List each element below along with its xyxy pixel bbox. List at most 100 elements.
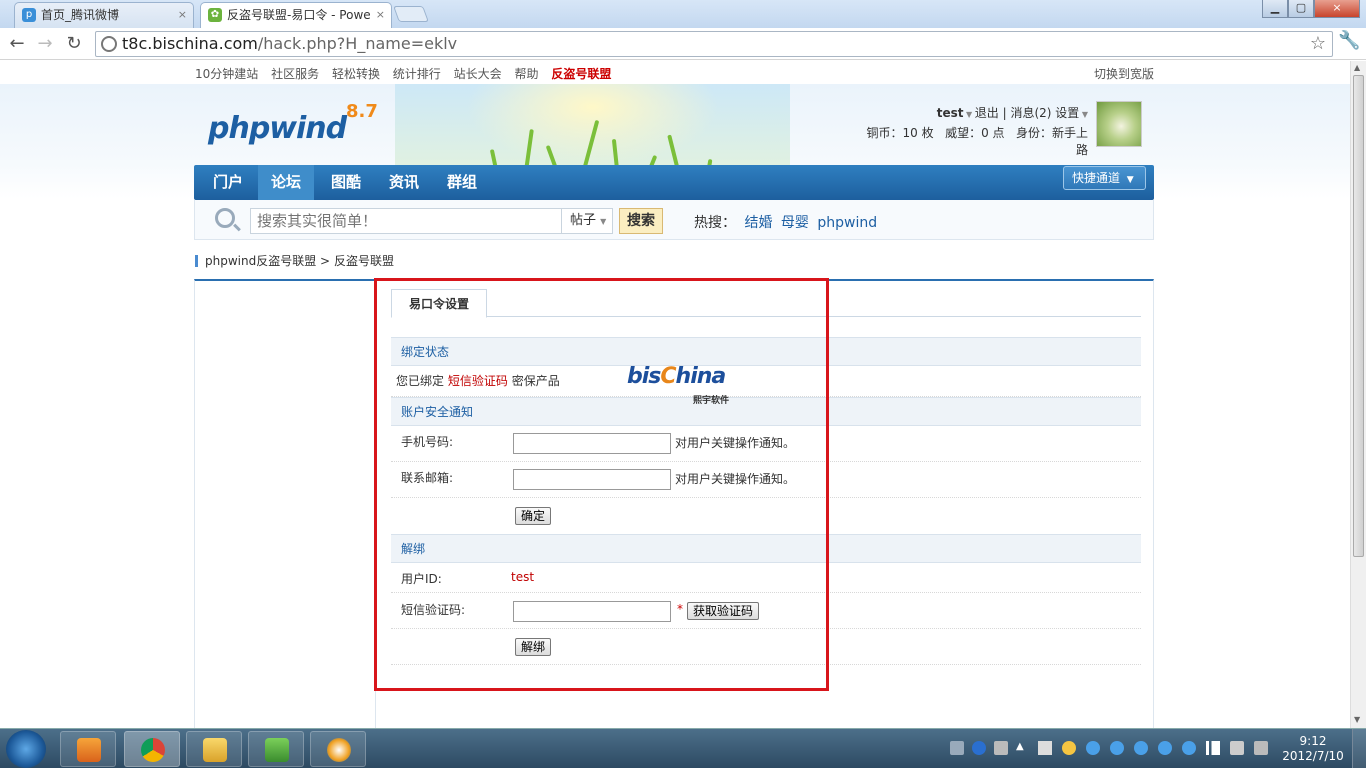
panel-tabbar: 易口令设置: [391, 289, 1141, 318]
avatar[interactable]: [1096, 101, 1142, 147]
hot-searches: 热搜： 结婚 母婴 phpwind: [694, 212, 877, 232]
sms-code-input[interactable]: [513, 601, 671, 622]
breadcrumb-separator: >: [320, 254, 331, 268]
back-arrow-icon[interactable]: ←: [5, 32, 29, 56]
browser-tab-weibo[interactable]: p 首页_腾讯微博 ×: [14, 2, 194, 28]
required-mark: *: [677, 602, 683, 616]
phone-hint: 对用户关键操作通知。: [675, 436, 796, 450]
qq-icon[interactable]: [1158, 741, 1172, 755]
get-code-button[interactable]: 获取验证码: [687, 602, 760, 620]
battery-icon[interactable]: [1254, 741, 1268, 755]
tab-close-icon[interactable]: ×: [178, 3, 187, 27]
browser-tab-active[interactable]: ✿ 反盗号联盟-易口令 - Powe ×: [200, 2, 392, 29]
logout-link[interactable]: 退出: [975, 106, 999, 120]
page-viewport: 10分钟建站 社区服务 轻松转换 统计排行 站长大会 帮助 反盗号联盟 切换到宽…: [0, 61, 1350, 728]
toplink-antitheft[interactable]: 反盗号联盟: [551, 67, 611, 81]
system-clock[interactable]: 9:12 2012/7/10: [1282, 734, 1344, 764]
close-window-button[interactable]: ×: [1314, 0, 1360, 18]
maximize-button[interactable]: ▢: [1288, 0, 1314, 18]
nav-groups[interactable]: 群组: [436, 165, 488, 200]
confirm-row: 确定: [391, 498, 1141, 534]
tray-expand-icon[interactable]: ▲: [1016, 741, 1030, 755]
new-tab-button[interactable]: [393, 6, 429, 22]
scroll-up-arrow-icon[interactable]: ▲: [1354, 63, 1360, 72]
taskbar-network[interactable]: [248, 731, 304, 767]
wide-version-link[interactable]: 切换到宽版: [1094, 65, 1154, 82]
phone-input[interactable]: [513, 433, 671, 454]
toplink-conference[interactable]: 站长大会: [454, 67, 502, 81]
taskbar-app[interactable]: [310, 731, 366, 767]
nav-portal[interactable]: 门户: [202, 165, 254, 200]
hot-term[interactable]: 母婴: [781, 215, 809, 231]
tray-settings-icon[interactable]: [994, 741, 1008, 755]
site-logo[interactable]: phpwind: [208, 111, 347, 146]
taskbar-explorer[interactable]: [186, 731, 242, 767]
scroll-down-arrow-icon[interactable]: ▼: [1354, 715, 1360, 724]
qq-icon[interactable]: [1086, 741, 1100, 755]
qq-icon[interactable]: [1110, 741, 1124, 755]
toplink-build[interactable]: 10分钟建站: [195, 67, 258, 81]
email-label: 联系邮箱:: [401, 471, 454, 485]
volume-icon[interactable]: [1230, 741, 1244, 755]
toplink-services[interactable]: 社区服务: [271, 67, 319, 81]
nav-news[interactable]: 资讯: [378, 165, 430, 200]
breadcrumb: phpwind反盗号联盟 > 反盗号联盟: [195, 252, 394, 269]
bookmark-star-icon[interactable]: ☆: [1310, 33, 1326, 54]
toplink-help[interactable]: 帮助: [514, 67, 538, 81]
messages-link[interactable]: 消息(2): [1010, 106, 1051, 120]
hot-term[interactable]: 结婚: [744, 215, 772, 231]
toplink-stats[interactable]: 统计排行: [393, 67, 441, 81]
main-nav: 门户 论坛 图酷 资讯 群组: [194, 165, 1154, 200]
signal-icon[interactable]: [1206, 741, 1220, 755]
logo-version-badge: 8.7: [346, 101, 378, 122]
bind-status-row: 您已绑定 短信验证码 密保产品: [391, 366, 1141, 397]
search-input[interactable]: [250, 208, 562, 234]
search-button[interactable]: 搜索: [619, 208, 663, 234]
unbind-button[interactable]: 解绑: [515, 638, 552, 656]
settings-link[interactable]: 设置: [1055, 106, 1079, 120]
breadcrumb-item[interactable]: 反盗号联盟: [334, 254, 394, 268]
taskbar-media-player[interactable]: [60, 731, 116, 767]
keyboard-icon[interactable]: [950, 741, 964, 755]
userid-row: 用户ID: test: [391, 563, 1141, 593]
vertical-scrollbar[interactable]: ▲ ▼: [1350, 61, 1366, 728]
tab-eklv-settings[interactable]: 易口令设置: [391, 289, 487, 318]
tab-title: 首页_腾讯微博: [41, 8, 120, 22]
nav-gallery[interactable]: 图酷: [320, 165, 372, 200]
help-icon[interactable]: [972, 741, 986, 755]
identity-value: 身份：新手上路: [1015, 126, 1088, 157]
user-info: test ▼ 退出 | 消息(2) 设置 ▼ 铜币：10 枚 威望：0 点 身份…: [866, 106, 1088, 157]
show-desktop-button[interactable]: [1352, 729, 1366, 768]
scrollbar-thumb[interactable]: [1353, 75, 1364, 557]
qq-icon[interactable]: [1062, 741, 1076, 755]
username-link[interactable]: test: [937, 106, 964, 120]
hot-term[interactable]: phpwind: [817, 215, 877, 231]
unbind-section: 解绑: [391, 534, 1141, 563]
address-bar[interactable]: t8c.bischina.com/hack.php?H_name=eklv ☆: [95, 31, 1333, 57]
top-links: 10分钟建站 社区服务 轻松转换 统计排行 站长大会 帮助 反盗号联盟: [195, 65, 620, 82]
reload-icon[interactable]: ↻: [62, 32, 86, 56]
tab-close-icon[interactable]: ×: [376, 3, 385, 27]
wrench-menu-icon[interactable]: 🔧: [1338, 30, 1360, 51]
qq-icon[interactable]: [1182, 741, 1196, 755]
toplink-convert[interactable]: 轻松转换: [332, 67, 380, 81]
quick-access-button[interactable]: 快捷通道 ▼: [1063, 166, 1146, 190]
url-host: t8c.bischina.com: [122, 34, 258, 53]
start-button[interactable]: [6, 730, 46, 768]
taskbar-chrome[interactable]: [124, 731, 180, 767]
clock-time: 9:12: [1299, 734, 1327, 748]
flag-icon[interactable]: [1038, 741, 1052, 755]
sms-code-link[interactable]: 短信验证码: [448, 374, 508, 388]
confirm-button[interactable]: 确定: [515, 507, 552, 525]
search-type-select[interactable]: 帖子 ▼: [561, 208, 613, 234]
bind-status-text: 您已绑定: [396, 374, 445, 388]
nav-forum[interactable]: 论坛: [258, 165, 314, 200]
email-input[interactable]: [513, 469, 671, 490]
breadcrumb-item[interactable]: phpwind反盗号联盟: [205, 254, 316, 268]
qq-icon[interactable]: [1134, 741, 1148, 755]
minimize-button[interactable]: ▁: [1262, 0, 1288, 18]
watermark-subtitle: 熙宇软件: [693, 396, 730, 406]
content-area: 易口令设置 绑定状态 您已绑定 短信验证码 密保产品 账户安全通知 手机号码: …: [194, 279, 1154, 728]
forward-arrow-icon[interactable]: →: [33, 32, 57, 56]
eklv-settings-panel: 易口令设置 绑定状态 您已绑定 短信验证码 密保产品 账户安全通知 手机号码: …: [391, 289, 1141, 665]
